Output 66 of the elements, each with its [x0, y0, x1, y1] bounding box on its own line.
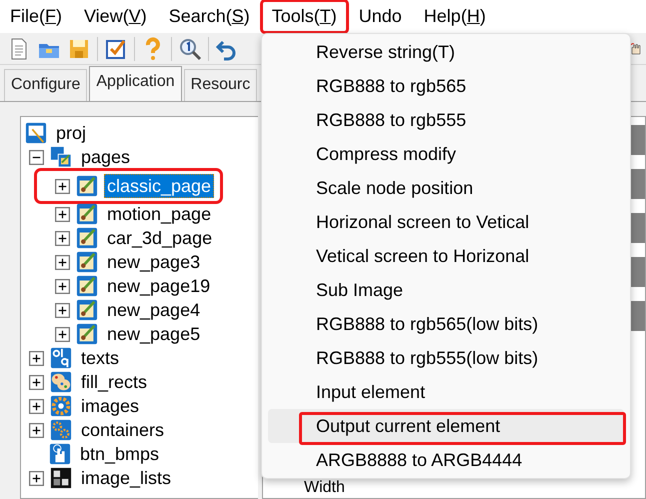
tree-item[interactable]: containers: [78, 418, 168, 442]
expand-toggle[interactable]: [29, 470, 44, 486]
expand-toggle[interactable]: [29, 422, 44, 438]
tree-item[interactable]: texts: [78, 346, 122, 370]
tree-item[interactable]: pages: [78, 145, 134, 169]
menu-item[interactable]: ARGB8888 to ARGB4444: [268, 443, 624, 477]
property-label: Width: [303, 479, 345, 497]
menu-item[interactable]: Sub Image: [268, 273, 624, 307]
tree-item[interactable]: new_page19: [104, 274, 214, 298]
menu-item[interactable]: RGB888 to rgb565(low bits): [268, 307, 624, 341]
gear-icon: [50, 395, 72, 417]
tree-item[interactable]: motion_page: [104, 202, 214, 226]
menu-item[interactable]: Horizonal screen to Vetical: [268, 205, 624, 239]
pages-icon: [50, 146, 72, 168]
menu-item[interactable]: Scale node position: [268, 171, 624, 205]
expand-toggle[interactable]: [55, 278, 70, 294]
tree-item[interactable]: proj: [53, 121, 90, 145]
gears-icon: [50, 419, 72, 441]
tree-item[interactable]: fill_rects: [78, 370, 150, 394]
menu-item[interactable]: File(F): [0, 1, 72, 32]
menu-item[interactable]: RGB888 to rgb555(low bits): [268, 341, 624, 375]
page-icon: [76, 323, 98, 345]
menu-item[interactable]: Reverse string(T): [268, 35, 624, 69]
tree-item[interactable]: car_3d_page: [104, 226, 216, 250]
expand-toggle[interactable]: [55, 206, 70, 222]
monitor-icon: [25, 122, 47, 144]
tree-item[interactable]: new_page5: [104, 322, 204, 346]
menu-item[interactable]: Search(S): [158, 1, 260, 32]
collapse-toggle[interactable]: [29, 150, 44, 164]
expand-toggle[interactable]: [29, 374, 44, 390]
expand-toggle[interactable]: [29, 350, 44, 366]
page-icon: [76, 299, 98, 321]
tree-item[interactable]: images: [78, 394, 142, 418]
expand-toggle[interactable]: [55, 230, 70, 246]
page-icon: [76, 203, 98, 225]
menu-item[interactable]: RGB888 to rgb565: [268, 69, 624, 103]
tab[interactable]: Resourc: [184, 69, 258, 101]
expand-toggle[interactable]: [55, 178, 70, 194]
menu-item[interactable]: Input element: [268, 375, 624, 409]
hand-icon: [49, 443, 71, 465]
menu-item[interactable]: View(V): [74, 1, 157, 32]
menu-item[interactable]: Tools(T): [262, 1, 347, 32]
page-icon: [76, 175, 98, 197]
menu-item[interactable]: Undo: [348, 1, 412, 32]
tree-item[interactable]: image_lists: [78, 466, 174, 490]
tree-item[interactable]: btn_bmps: [77, 442, 162, 466]
text-icon: [50, 347, 72, 369]
menu-item[interactable]: Output current element: [268, 409, 624, 443]
menu-item[interactable]: RGB888 to rgb555: [268, 103, 624, 137]
page-icon: [76, 251, 98, 273]
expand-toggle[interactable]: [55, 254, 70, 270]
menu-item[interactable]: Vetical screen to Horizonal: [268, 239, 624, 273]
tab[interactable]: Configure: [4, 69, 88, 101]
expand-toggle[interactable]: [29, 398, 44, 414]
tree-item[interactable]: new_page4: [104, 298, 204, 322]
page-icon: [76, 227, 98, 249]
palette-icon: [50, 371, 72, 393]
film-icon: [50, 467, 72, 489]
expand-toggle[interactable]: [55, 326, 70, 342]
menu-item[interactable]: Help(H): [414, 1, 496, 32]
menu-item[interactable]: Compress modify: [268, 137, 624, 171]
tree-item[interactable]: classic_page: [104, 174, 214, 198]
tab[interactable]: Application: [89, 66, 182, 101]
page-icon: [76, 275, 98, 297]
expand-toggle[interactable]: [55, 302, 70, 318]
tree-item[interactable]: new_page3: [104, 250, 204, 274]
